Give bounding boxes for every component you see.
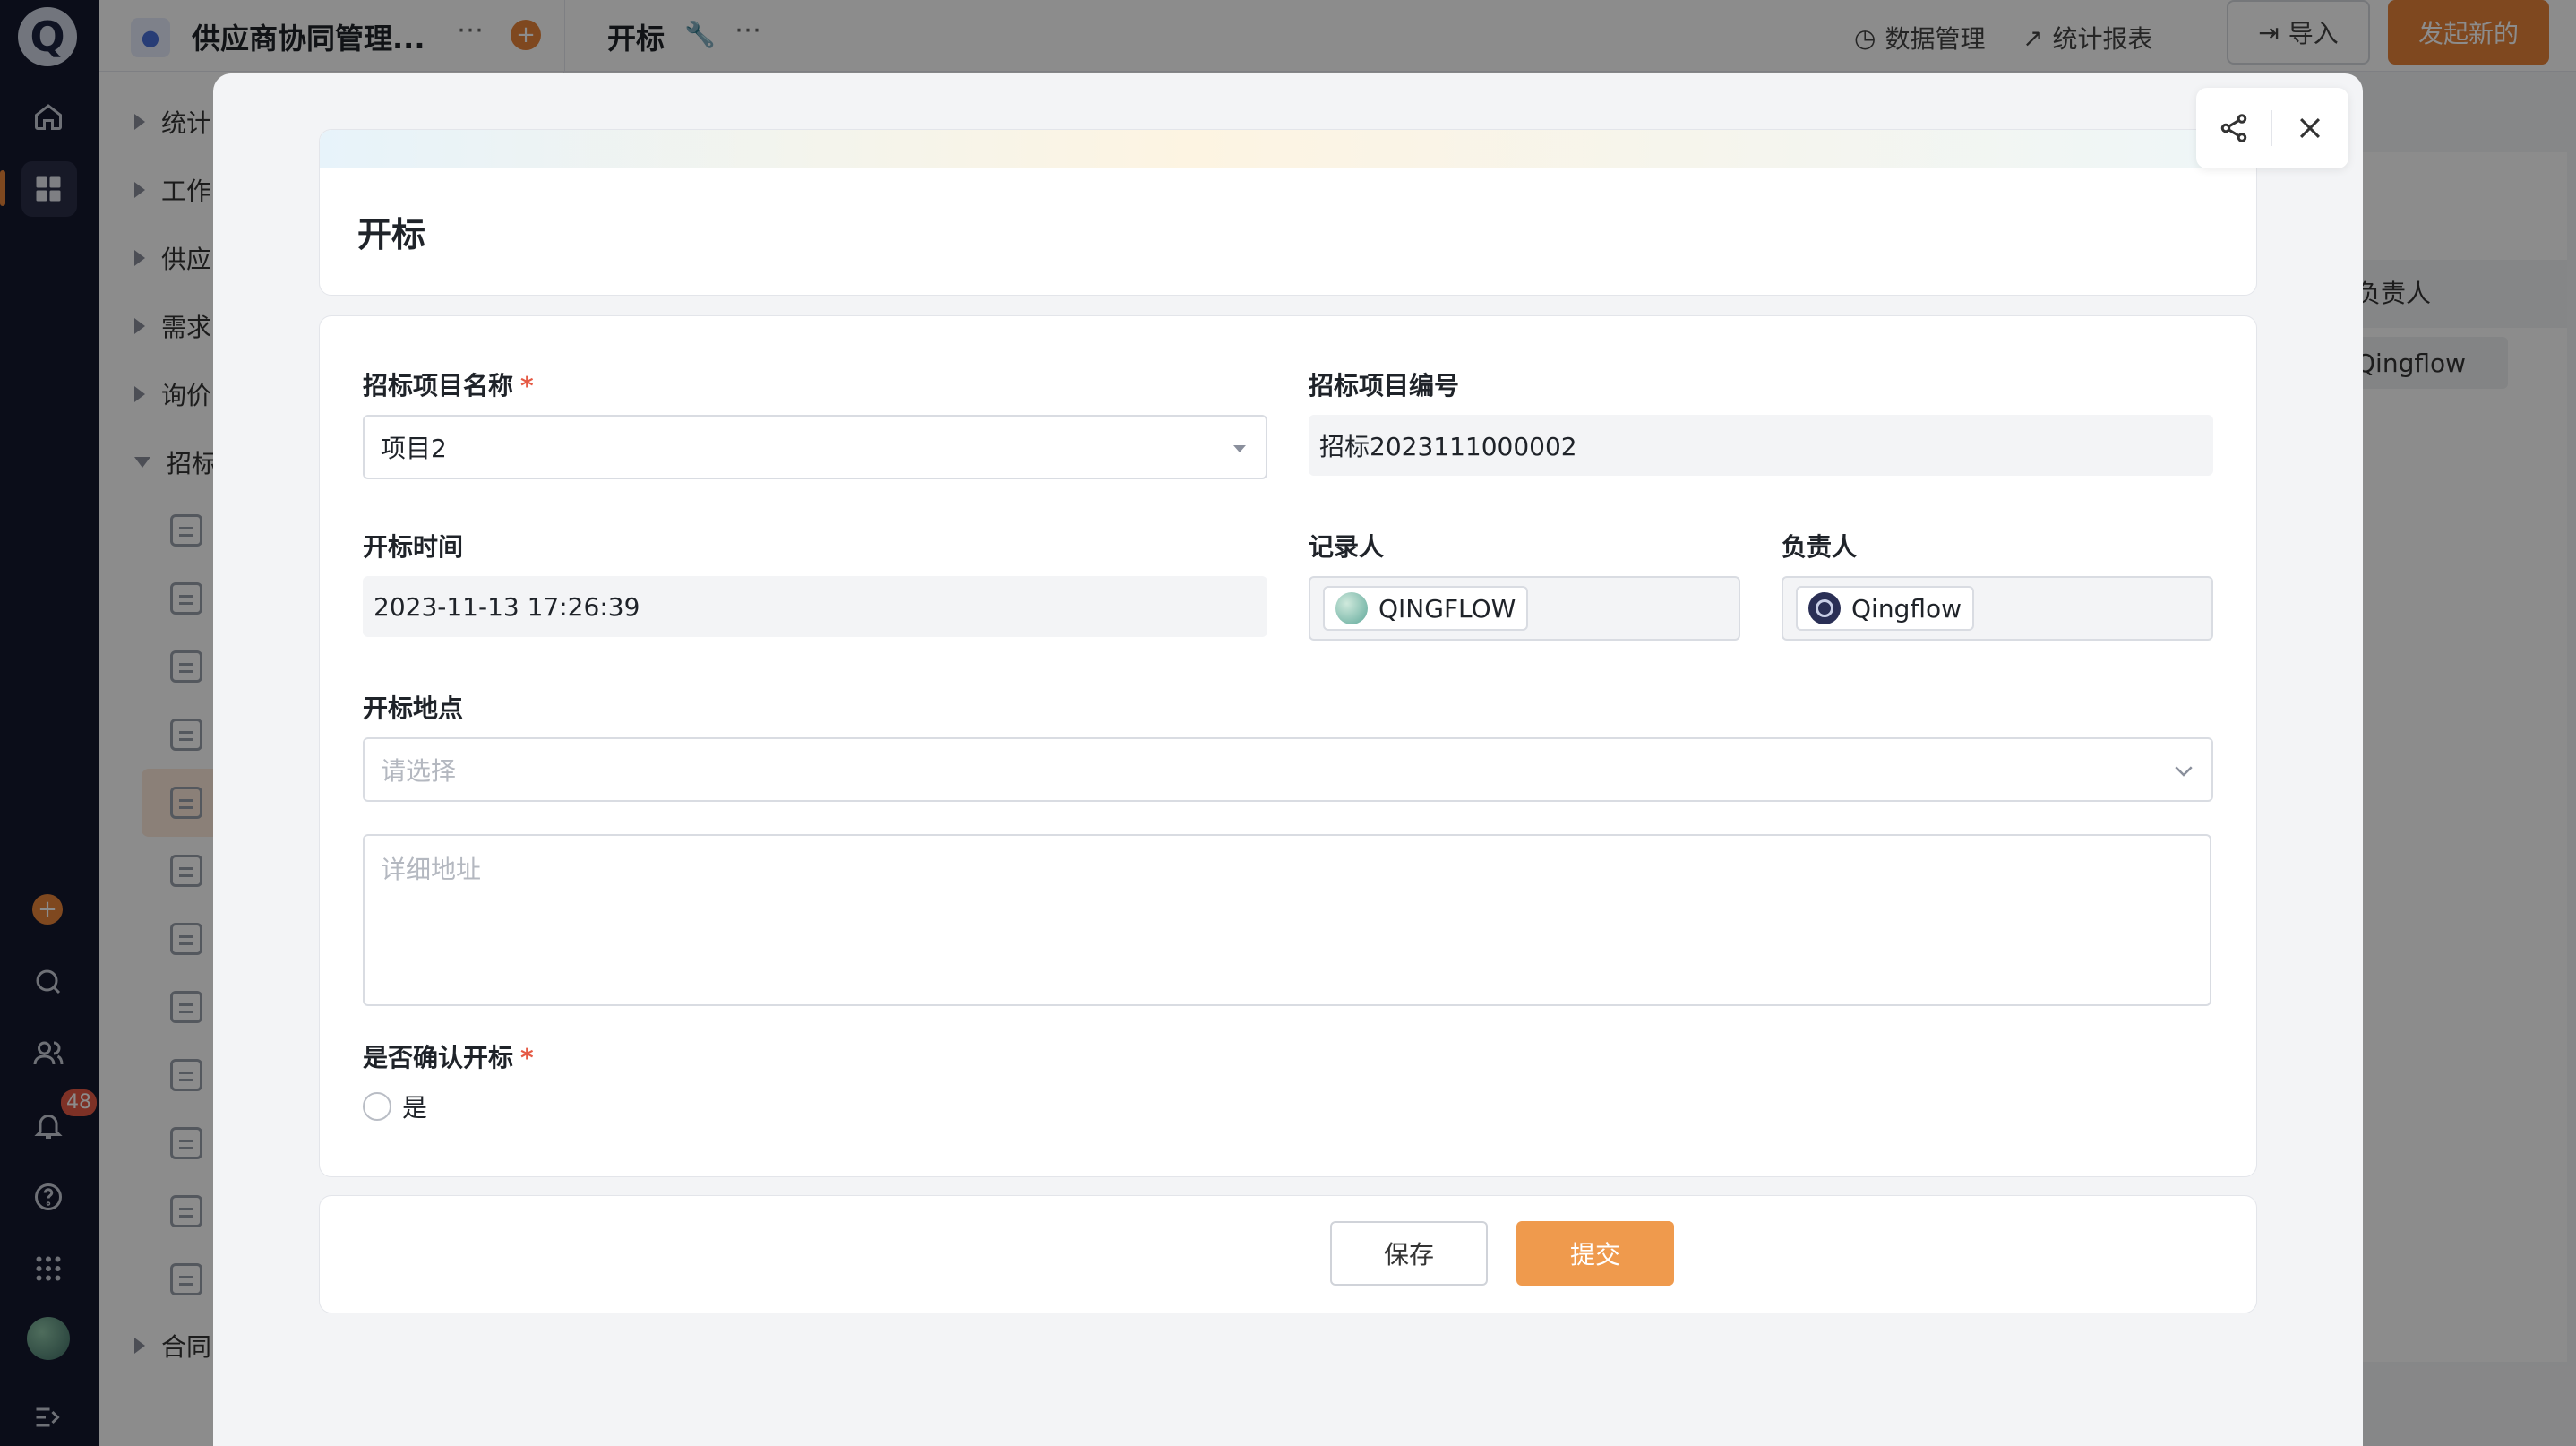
radio-circle[interactable] (363, 1092, 391, 1121)
modal-header-card: 开标 (319, 129, 2257, 296)
close-icon[interactable] (2272, 88, 2348, 168)
open-time-label: 开标时间 (363, 532, 464, 562)
chevron-down-icon (2175, 766, 2193, 777)
confirm-label: 是否确认开标 * (363, 1043, 534, 1072)
location-label: 开标地点 (363, 693, 464, 723)
save-button[interactable]: 保存 (1330, 1221, 1488, 1286)
modal-title: 开标 (357, 215, 426, 254)
owner-chip: Qingflow (1796, 586, 1975, 631)
form-card: 招标项目名称 * 项目2 招标项目编号 招标2023111000002 开标时间 … (319, 315, 2257, 1177)
confirm-radio-yes[interactable]: 是 (363, 1089, 427, 1124)
action-bar: 保存 提交 (319, 1195, 2257, 1313)
project-name-label: 招标项目名称 * (363, 371, 534, 400)
owner-label: 负责人 (1782, 532, 1858, 562)
recorder-field: QINGFLOW (1309, 576, 1740, 641)
address-textarea[interactable]: 详细地址 (363, 834, 2211, 1006)
location-select[interactable]: 请选择 (363, 737, 2213, 802)
modal-toolbar (2196, 88, 2348, 168)
project-name-select[interactable]: 项目2 (363, 415, 1267, 479)
open-time-field: 2023-11-13 17:26:39 (363, 576, 1267, 637)
submit-button[interactable]: 提交 (1516, 1221, 1674, 1286)
user-avatar (1808, 592, 1841, 624)
record-modal: 开标 招标项目名称 * 项目2 招标项目编号 招标2023111000002 开标… (213, 73, 2363, 1446)
project-no-label: 招标项目编号 (1309, 371, 1460, 400)
owner-field: Qingflow (1782, 576, 2213, 641)
user-avatar (1335, 592, 1368, 624)
header-gradient (320, 130, 2256, 168)
dropdown-triangle-icon (1233, 445, 1246, 452)
share-icon[interactable] (2196, 88, 2271, 168)
recorder-label: 记录人 (1309, 532, 1385, 562)
project-no-field: 招标2023111000002 (1309, 415, 2213, 476)
recorder-chip: QINGFLOW (1323, 586, 1529, 631)
